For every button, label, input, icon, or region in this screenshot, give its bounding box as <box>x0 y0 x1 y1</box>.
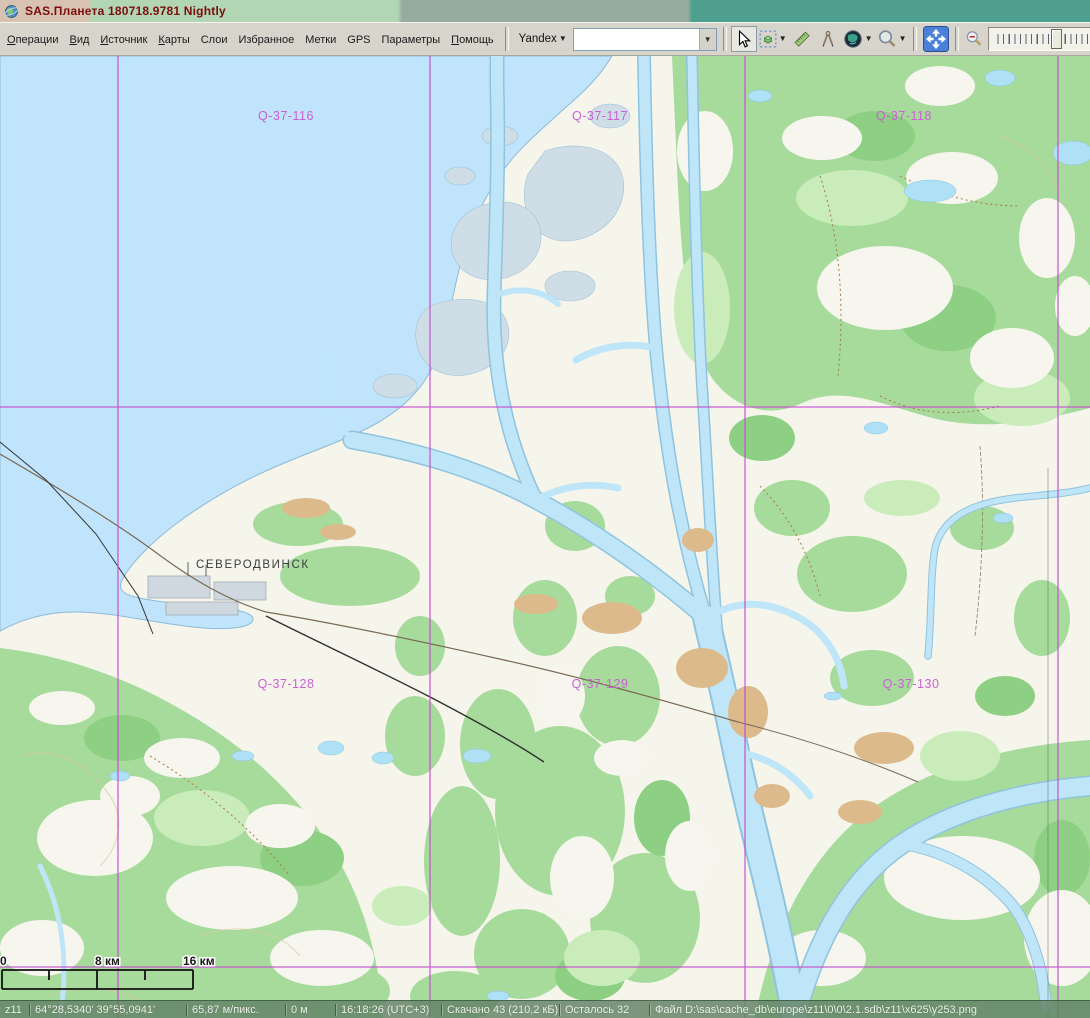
selection-box-icon <box>759 30 777 48</box>
goto-globe-tool[interactable]: ▼ <box>841 26 875 52</box>
distance-measure-tool[interactable] <box>815 26 841 52</box>
sheet-label: Q-37-128 <box>258 677 315 691</box>
sas-planet-window: SAS.Планета 180718.9781 Nightly Операции… <box>0 0 1090 1018</box>
sheet-label: Q-37-118 <box>876 109 932 123</box>
toolbar-separator <box>505 27 509 51</box>
sheet-label: Q-37-116 <box>258 109 314 123</box>
status-elevation: 0 м <box>286 1004 336 1016</box>
sheet-label: Q-37-117 <box>572 109 628 123</box>
menu-gps[interactable]: GPS <box>343 31 374 49</box>
combo-dropdown-button[interactable]: ▼ <box>699 29 716 50</box>
toolbar-separator <box>913 27 917 51</box>
toolbar-separator <box>723 27 727 51</box>
scalebar-end: 16 км <box>183 954 215 968</box>
status-file-path: Файл D:\sas\cache_db\europe\z11\0\0\2.1.… <box>650 1004 1090 1016</box>
city-label: СЕВЕРОДВИНСК <box>196 559 310 571</box>
zoom-slider[interactable] <box>988 27 1090 51</box>
menubar: ОперацииВидИсточникКартыСлоиИзбранноеМет… <box>3 30 501 49</box>
menu-source[interactable]: Источник <box>96 31 151 49</box>
sheet-label: Q-37-129 <box>572 677 629 691</box>
menu-help[interactable]: Помощь <box>447 31 498 49</box>
cursor-arrow-icon <box>735 30 753 48</box>
menu-placemarks[interactable]: Метки <box>301 31 340 49</box>
status-downloaded: Скачано 43 (210,2 кБ) <box>442 1004 560 1016</box>
menu-options[interactable]: Параметры <box>378 31 445 49</box>
chevron-down-icon: ▼ <box>865 35 873 43</box>
menu-layers[interactable]: Слои <box>197 31 232 49</box>
map-svg: Q-37-116 Q-37-117 Q-37-118 Q-37-128 Q-37… <box>0 56 1090 1018</box>
zoom-out-button[interactable] <box>963 26 985 52</box>
chevron-down-icon: ▼ <box>899 35 907 43</box>
toolbar-separator <box>955 27 959 51</box>
magnifier-icon <box>877 29 897 49</box>
status-zoom-level: z11 <box>0 1004 30 1016</box>
statusbar: z11 64°28,5340' 39°55,0941' 65,87 м/пикс… <box>0 1000 1090 1018</box>
menu-operations[interactable]: Операции <box>3 31 62 49</box>
menu-maps[interactable]: Карты <box>154 31 193 49</box>
compass-divider-icon <box>819 30 837 48</box>
status-remaining: Осталось 32 <box>560 1004 650 1016</box>
status-scale: 65,87 м/пикс. <box>187 1004 286 1016</box>
map-source-label: Yandex <box>519 33 557 45</box>
pan-cursor-tool[interactable] <box>731 26 757 52</box>
selection-manager-tool[interactable]: ▼ <box>757 26 789 52</box>
sheet-label: Q-37-130 <box>883 677 940 691</box>
search-input[interactable] <box>574 29 699 50</box>
menu-view[interactable]: Вид <box>65 31 93 49</box>
zoom-slider-ticks <box>993 34 1090 44</box>
menu-favorites[interactable]: Избранное <box>234 31 298 49</box>
search-magnifier-tool[interactable]: ▼ <box>875 26 909 52</box>
scalebar-mid: 8 км <box>95 954 120 968</box>
status-time: 16:18:26 (UTC+3) <box>336 1004 442 1016</box>
map-source-button[interactable]: Yandex ▼ <box>513 27 573 51</box>
ruler-icon <box>793 30 811 48</box>
fullscreen-arrows-icon <box>923 26 949 52</box>
zoom-out-icon <box>965 30 983 48</box>
ruler-tool[interactable] <box>789 26 815 52</box>
zoom-slider-thumb[interactable] <box>1051 29 1062 49</box>
chevron-down-icon: ▼ <box>779 35 787 43</box>
app-globe-icon <box>4 4 19 19</box>
search-combobox[interactable]: ▼ <box>573 28 717 51</box>
scalebar-zero: 0 <box>0 954 7 968</box>
chevron-down-icon: ▼ <box>559 35 567 43</box>
window-title: SAS.Планета 180718.9781 Nightly <box>25 4 226 18</box>
fullscreen-button[interactable] <box>921 26 951 52</box>
window-titlebar[interactable]: SAS.Планета 180718.9781 Nightly <box>0 0 1090 22</box>
main-toolbar: ОперацииВидИсточникКартыСлоиИзбранноеМет… <box>0 22 1090 56</box>
map-viewport[interactable]: Q-37-116 Q-37-117 Q-37-118 Q-37-128 Q-37… <box>0 56 1090 1018</box>
status-coordinates: 64°28,5340' 39°55,0941' <box>30 1004 187 1016</box>
globe-icon <box>843 29 863 49</box>
